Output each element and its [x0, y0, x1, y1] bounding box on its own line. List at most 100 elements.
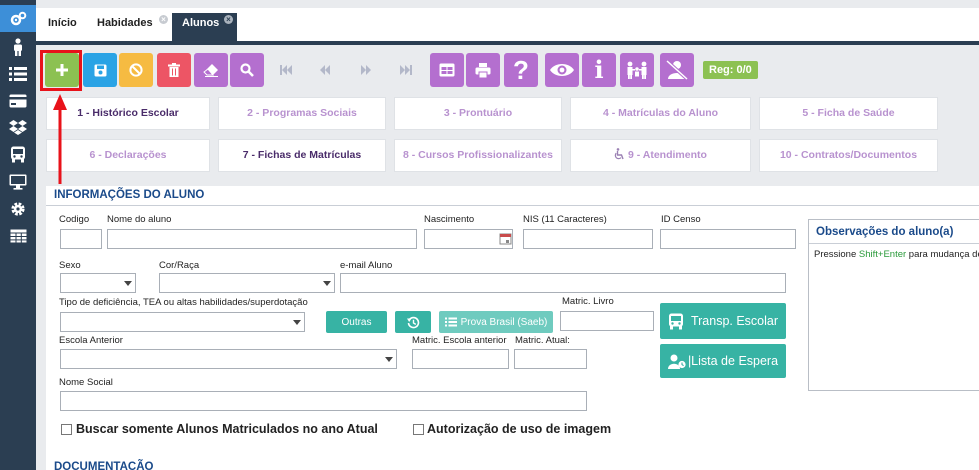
search-button[interactable]: [230, 53, 264, 87]
info-icon: i: [594, 55, 604, 84]
tab-contratos-documentos-label: 10 - Contratos/Documentos: [779, 149, 918, 161]
sexo-select[interactable]: [60, 273, 136, 293]
main-content: ? i Reg: 0/0 1 - Histórico Escolar 2 - P…: [36, 45, 979, 470]
observacoes-box[interactable]: Observações do aluno(a) Pressione Shift+…: [808, 219, 979, 391]
cor-raca-select[interactable]: [159, 273, 335, 293]
nome-social-input[interactable]: [60, 391, 587, 411]
tab-cursos-profissionalizantes-label: 8 - Cursos Profissionalizantes: [403, 149, 553, 161]
help-button[interactable]: ?: [504, 53, 538, 87]
label-nome-social: Nome Social: [59, 377, 113, 388]
lista-espera-label: |Lista de Espera: [687, 354, 779, 368]
close-icon[interactable]: ×: [159, 15, 168, 24]
annotation-arrow: [53, 94, 67, 184]
gear-icon[interactable]: [0, 195, 36, 222]
close-icon[interactable]: ×: [224, 15, 233, 24]
deficiencia-select[interactable]: [60, 312, 305, 332]
list-icon[interactable]: [0, 60, 36, 87]
tab-programas-sociais[interactable]: 2 - Programas Sociais: [218, 97, 386, 130]
transp-escolar-label: Transp. Escolar: [690, 314, 779, 328]
card-icon[interactable]: [0, 87, 36, 114]
nome-input[interactable]: [107, 229, 417, 249]
panel-divider: [46, 205, 979, 206]
panel-title: INFORMAÇÕES DO ALUNO: [54, 189, 205, 201]
tab-ficha-saude[interactable]: 5 - Ficha de Saúde: [759, 97, 938, 130]
tab-alunos[interactable]: Alunos ×: [172, 13, 237, 41]
info-button[interactable]: i: [582, 53, 616, 87]
email-input[interactable]: [340, 273, 786, 293]
prova-brasil-button[interactable]: Prova Brasil (Saeb): [439, 311, 553, 333]
label-nis: NIS (11 Caracteres): [523, 214, 607, 225]
outras-button[interactable]: Outras: [326, 311, 387, 333]
observacoes-hint: Pressione Shift+Enter para mudança de: [814, 249, 979, 260]
lista-espera-button[interactable]: |Lista de Espera: [660, 344, 786, 378]
label-matric-escola-anterior: Matric. Escola anterior: [412, 335, 507, 346]
report-button[interactable]: [430, 53, 464, 87]
label-codigo: Codigo: [59, 214, 90, 225]
table-icon[interactable]: [0, 222, 36, 249]
chevron-down-icon: [293, 320, 301, 325]
tab-strip: Início Habidades × Alunos ×: [36, 0, 979, 45]
matric-escola-anterior-input[interactable]: [412, 349, 509, 369]
first-record-button[interactable]: [269, 53, 303, 87]
cancel-button[interactable]: [119, 53, 153, 87]
tab-atendimento[interactable]: 9 - Atendimento: [570, 139, 751, 172]
id-censo-input[interactable]: [660, 229, 796, 249]
tab-declaracoes-label: 6 - Declarações: [89, 149, 167, 161]
gears-icon[interactable]: [0, 5, 36, 32]
user-off-button[interactable]: [660, 53, 694, 87]
user-slash-icon: [665, 60, 689, 80]
bus-icon[interactable]: [0, 141, 36, 168]
family-button[interactable]: [620, 53, 654, 87]
label-matric-atual: Matric. Atual:: [515, 335, 570, 346]
tab-fichas-matriculas[interactable]: 7 - Fichas de Matrículas: [218, 139, 386, 172]
matric-livro-input[interactable]: [560, 311, 654, 331]
tab-alunos-label: Alunos: [182, 17, 220, 29]
eye-icon: [550, 64, 574, 76]
users-clock-icon: [667, 354, 686, 369]
next-icon: [361, 65, 371, 75]
print-button[interactable]: [466, 53, 500, 87]
label-escola-anterior: Escola Anterior: [59, 335, 123, 346]
tab-ficha-saude-label: 5 - Ficha de Saúde: [802, 107, 895, 119]
monitor-icon[interactable]: [0, 168, 36, 195]
clear-button[interactable]: [194, 53, 228, 87]
trash-icon: [168, 63, 180, 77]
autorizacao-imagem-checkbox[interactable]: [413, 424, 424, 435]
tab-prontuario[interactable]: 3 - Prontuário: [394, 97, 562, 130]
prev-record-button[interactable]: [308, 53, 342, 87]
escola-anterior-select[interactable]: [60, 349, 397, 369]
matric-atual-input[interactable]: [514, 349, 587, 369]
tab-matriculas-aluno-label: 4 - Matrículas do Aluno: [602, 107, 719, 119]
next-record-button[interactable]: [349, 53, 383, 87]
tab-contratos-documentos[interactable]: 10 - Contratos/Documentos: [759, 139, 938, 172]
codigo-input[interactable]: [60, 229, 102, 249]
report-icon: [439, 63, 455, 77]
tab-cursos-profissionalizantes[interactable]: 8 - Cursos Profissionalizantes: [394, 139, 562, 172]
last-icon: [400, 65, 412, 75]
student-icon[interactable]: [0, 33, 36, 60]
tab-inicio[interactable]: Início: [38, 13, 88, 41]
label-deficiencia: Tipo de deficiência, TEA ou altas habili…: [59, 297, 308, 308]
dropbox-icon[interactable]: [0, 114, 36, 141]
transp-escolar-button[interactable]: Transp. Escolar: [660, 303, 786, 339]
last-record-button[interactable]: [389, 53, 423, 87]
history-button[interactable]: [395, 311, 431, 333]
nascimento-input[interactable]: [424, 229, 513, 249]
nis-input[interactable]: [523, 229, 653, 249]
delete-button[interactable]: [157, 53, 191, 87]
student-info-panel: INFORMAÇÕES DO ALUNO Codigo Nome do alun…: [46, 186, 979, 470]
family-icon: [627, 61, 647, 79]
tab-matriculas-aluno[interactable]: 4 - Matrículas do Aluno: [570, 97, 751, 130]
buscar-matriculados-checkbox[interactable]: [61, 424, 72, 435]
prev-icon: [320, 65, 330, 75]
view-button[interactable]: [545, 53, 579, 87]
observacoes-hint-prefix: Pressione: [814, 249, 859, 260]
label-email: e-mail Aluno: [340, 260, 393, 271]
question-icon: ?: [513, 55, 529, 85]
print-icon: [475, 62, 491, 78]
sidebar: [0, 0, 36, 470]
tab-habidades[interactable]: Habidades ×: [87, 13, 171, 41]
observacoes-hint-suffix: para mudança de: [906, 249, 979, 260]
calendar-icon[interactable]: [499, 232, 513, 246]
chevron-down-icon: [124, 281, 132, 286]
